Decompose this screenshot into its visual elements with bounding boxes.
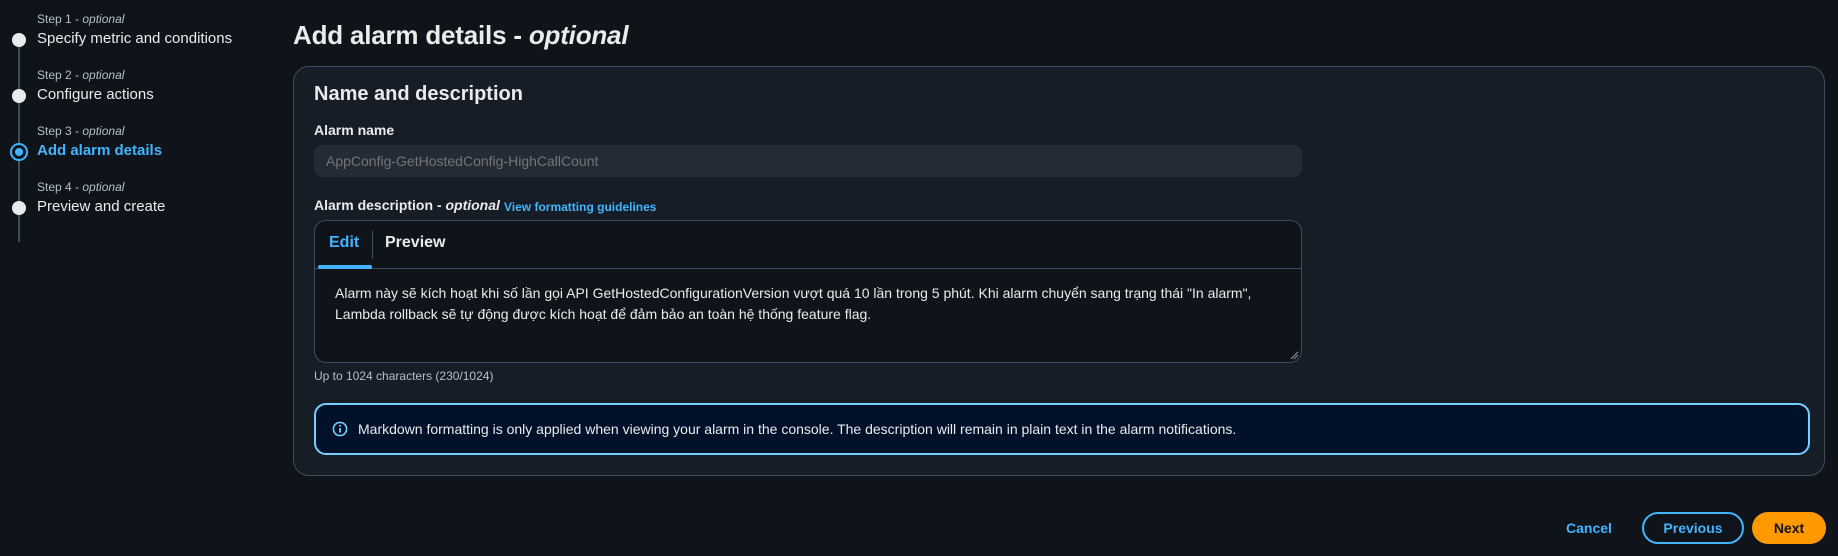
info-icon <box>332 421 348 437</box>
step-1-label: Step 1 - optional <box>37 12 125 26</box>
step-2[interactable]: Step 2 - optional Configure actions <box>0 56 260 103</box>
step-1-status-icon <box>12 33 26 47</box>
cancel-button[interactable]: Cancel <box>1548 512 1630 544</box>
alarm-name-label: Alarm name <box>314 122 395 138</box>
info-alert: Markdown formatting is only applied when… <box>314 403 1810 455</box>
alarm-description-editor: Edit Preview Alarm này sẽ kích hoạt khi … <box>314 220 1302 363</box>
tab-edit[interactable]: Edit <box>329 234 359 252</box>
step-1[interactable]: Step 1 - optional Specify metric and con… <box>0 0 260 47</box>
section-header: Name and description <box>314 83 523 105</box>
tab-divider <box>372 231 373 259</box>
step-4-label: Step 4 - optional <box>37 180 125 194</box>
step-3-label: Step 3 - optional <box>37 124 125 138</box>
character-count: Up to 1024 characters (230/1024) <box>314 369 494 383</box>
wizard-stepper: Step 1 - optional Specify metric and con… <box>0 0 260 242</box>
step-2-status-icon <box>12 89 26 103</box>
step-3-status-icon <box>10 143 28 161</box>
active-tab-indicator <box>318 265 372 269</box>
view-formatting-guidelines-link[interactable]: View formatting guidelines <box>504 200 656 214</box>
next-button[interactable]: Next <box>1752 512 1826 544</box>
alarm-description-label: Alarm description - optional <box>314 197 500 213</box>
editor-tabs: Edit Preview <box>315 221 1301 269</box>
name-and-description-container: Name and description Alarm name Alarm de… <box>293 66 1825 476</box>
step-4-status-icon <box>12 201 26 215</box>
page-title: Add alarm details - optional <box>293 20 629 50</box>
alarm-description-textarea[interactable]: Alarm này sẽ kích hoạt khi số lần gọi AP… <box>335 283 1285 325</box>
step-4-title[interactable]: Preview and create <box>37 198 165 215</box>
tab-preview[interactable]: Preview <box>385 234 445 252</box>
step-4[interactable]: Step 4 - optional Preview and create <box>0 168 260 215</box>
step-2-label: Step 2 - optional <box>37 68 125 82</box>
resize-handle-icon[interactable] <box>1289 350 1299 360</box>
step-2-title[interactable]: Configure actions <box>37 86 154 103</box>
step-3-title: Add alarm details <box>37 142 163 159</box>
previous-button[interactable]: Previous <box>1642 512 1744 544</box>
step-1-title[interactable]: Specify metric and conditions <box>37 30 232 47</box>
info-alert-text: Markdown formatting is only applied when… <box>358 421 1237 437</box>
step-3: Step 3 - optional Add alarm details <box>0 112 260 161</box>
alarm-name-input[interactable] <box>314 145 1302 177</box>
